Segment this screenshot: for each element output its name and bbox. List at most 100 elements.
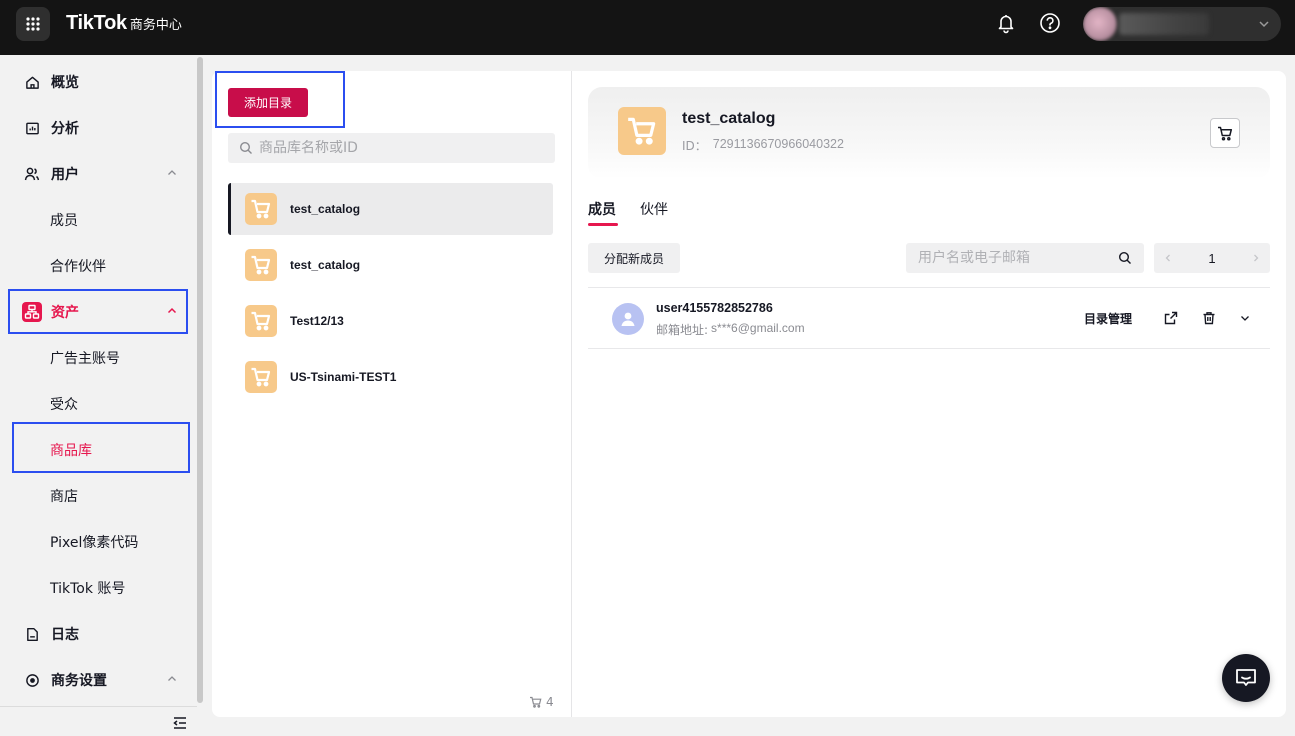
- member-search-input[interactable]: [918, 250, 1108, 266]
- member-search[interactable]: [906, 243, 1144, 273]
- sidebar-item-business-settings[interactable]: 商务设置: [0, 657, 196, 703]
- member-role: 目录管理: [1084, 312, 1133, 326]
- sidebar-item-partners[interactable]: 合作伙伴: [0, 243, 196, 289]
- collapse-menu-icon: [173, 717, 186, 729]
- cart-icon: [251, 255, 271, 275]
- chevron-left-icon: [1165, 254, 1170, 262]
- brand-logo[interactable]: TikTok 商务中心: [66, 12, 182, 35]
- catalog-thumbnail: [245, 305, 277, 337]
- sidebar-item-shops[interactable]: 商店: [0, 473, 196, 519]
- chat-icon: [1236, 669, 1256, 686]
- cart-icon: [251, 367, 271, 387]
- prev-page-button[interactable]: [1154, 243, 1182, 273]
- cart-icon: [251, 199, 271, 219]
- catalog-name: test_catalog: [290, 202, 361, 216]
- catalog-thumbnail-large: [618, 107, 666, 155]
- sidebar-divider: [0, 706, 197, 707]
- catalog-id-value: 7291136670966040322: [712, 137, 844, 151]
- active-tab-indicator: [588, 223, 618, 226]
- sidebar-item-users[interactable]: 用户: [0, 151, 196, 197]
- brand-subtitle: 商务中心: [129, 18, 182, 33]
- sidebar-item-audiences[interactable]: 受众: [0, 381, 196, 427]
- brand-logo-text: TikTok: [66, 12, 127, 34]
- apps-grid-button[interactable]: [16, 7, 50, 41]
- catalog-list-item[interactable]: test_catalog: [228, 239, 553, 291]
- delete-member-button[interactable]: [1201, 310, 1217, 326]
- chevron-up-icon: [168, 676, 176, 681]
- sidebar-scrollbar[interactable]: [197, 57, 203, 703]
- highlight-box-assets: [8, 289, 188, 334]
- sidebar-item-label: 受众: [50, 397, 78, 413]
- catalog-list-item[interactable]: US-Tsinami-TEST1: [228, 351, 553, 403]
- sidebar-item-label: TikTok 账号: [50, 581, 126, 597]
- expand-member-button[interactable]: [1237, 310, 1253, 326]
- catalog-name: test_catalog: [290, 258, 361, 272]
- external-link-icon: [1164, 311, 1178, 325]
- chevron-down-icon: [1259, 21, 1269, 28]
- catalog-list-item[interactable]: test_catalog: [228, 183, 553, 235]
- member-email: 邮箱地址: s***6@gmail.com: [656, 321, 805, 338]
- assign-new-member-button[interactable]: 分配新成员: [588, 243, 680, 273]
- sidebar-item-analytics[interactable]: 分析: [0, 105, 196, 151]
- search-icon: [239, 141, 252, 154]
- catalog-list-item[interactable]: Test12/13: [228, 295, 553, 347]
- next-page-button[interactable]: [1242, 243, 1270, 273]
- cart-outline-icon: [530, 696, 542, 708]
- member-row: user4155782852786 邮箱地址: s***6@gmail.com …: [588, 288, 1270, 348]
- grid-icon: [26, 17, 40, 31]
- user-icon: [621, 312, 635, 326]
- bell-icon: [998, 15, 1014, 34]
- help-circle-icon: [1040, 13, 1060, 33]
- view-products-button[interactable]: [1210, 118, 1240, 148]
- catalog-id: ID： 7291136670966040322: [682, 137, 844, 154]
- account-avatar: [1083, 7, 1117, 41]
- log-icon: [24, 626, 40, 642]
- cart-icon: [251, 311, 271, 331]
- sidebar-item-advertiser-accounts[interactable]: 广告主账号: [0, 335, 196, 381]
- sidebar-item-label: 成员: [50, 213, 78, 229]
- member-email-label: 邮箱地址:: [656, 323, 709, 337]
- catalog-detail-panel: test_catalog ID： 7291136670966040322 成员 …: [572, 71, 1286, 717]
- chevron-up-icon: [168, 170, 176, 175]
- highlight-box-catalogs: [12, 422, 190, 473]
- sidebar-item-label: 概览: [51, 75, 79, 91]
- catalog-id-label: ID：: [682, 139, 707, 153]
- settings-icon: [24, 672, 40, 688]
- sidebar-item-pixel[interactable]: Pixel像素代码: [0, 519, 196, 565]
- sidebar-item-label: 分析: [51, 121, 79, 137]
- account-switcher[interactable]: [1083, 7, 1281, 41]
- chevron-right-icon: [1254, 254, 1259, 262]
- support-chat-button[interactable]: [1222, 654, 1270, 702]
- catalog-title: test_catalog: [682, 110, 776, 127]
- collapse-sidebar-button[interactable]: [172, 715, 188, 735]
- search-icon[interactable]: [1118, 251, 1132, 265]
- sidebar-item-label: 合作伙伴: [50, 259, 106, 275]
- tab-partners[interactable]: 伙伴: [640, 199, 668, 219]
- sidebar-item-tiktok-accounts[interactable]: TikTok 账号: [0, 565, 196, 611]
- sidebar-item-overview[interactable]: 概览: [0, 59, 196, 105]
- help-button[interactable]: [1038, 11, 1062, 35]
- member-email-value: s***6@gmail.com: [711, 321, 805, 335]
- top-bar: TikTok 商务中心: [0, 0, 1295, 55]
- catalog-count: 4: [529, 695, 554, 709]
- catalog-name: Test12/13: [290, 314, 344, 328]
- notification-bell-button[interactable]: [994, 11, 1018, 35]
- chevron-down-icon: [1241, 316, 1249, 321]
- catalog-name: US-Tsinami-TEST1: [290, 370, 397, 384]
- catalog-count-value: 4: [546, 695, 554, 709]
- pagination: 1: [1154, 243, 1270, 273]
- catalog-detail-header: test_catalog ID： 7291136670966040322: [588, 87, 1270, 179]
- catalog-search[interactable]: [228, 133, 555, 163]
- trash-icon: [1203, 312, 1215, 325]
- sidebar-item-label: 商店: [50, 489, 78, 505]
- sidebar-item-logs[interactable]: 日志: [0, 611, 196, 657]
- open-external-button[interactable]: [1163, 310, 1179, 326]
- home-icon: [24, 74, 40, 90]
- current-page[interactable]: 1: [1182, 243, 1242, 273]
- divider: [588, 348, 1270, 349]
- sidebar-item-members[interactable]: 成员: [0, 197, 196, 243]
- sidebar-item-label: 日志: [51, 627, 79, 643]
- cart-icon: [628, 117, 656, 145]
- catalog-search-input[interactable]: [259, 140, 549, 156]
- tab-members[interactable]: 成员: [588, 199, 616, 219]
